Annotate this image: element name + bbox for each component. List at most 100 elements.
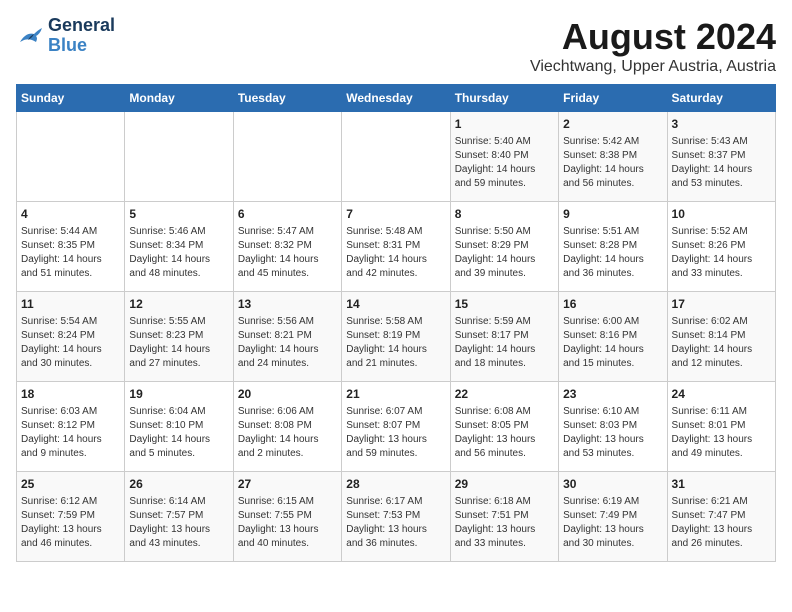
day-number: 20	[238, 386, 337, 403]
day-number: 22	[455, 386, 554, 403]
calendar-cell: 31 Sunrise: 6:21 AM Sunset: 7:47 PM Dayli…	[667, 472, 775, 562]
day-number: 17	[672, 296, 771, 313]
day-number: 16	[563, 296, 662, 313]
calendar-cell: 1 Sunrise: 5:40 AM Sunset: 8:40 PM Daylig…	[450, 112, 558, 202]
day-detail: Sunrise: 6:04 AM Sunset: 8:10 PM Dayligh…	[129, 405, 228, 461]
day-detail: Sunrise: 6:07 AM Sunset: 8:07 PM Dayligh…	[346, 405, 445, 461]
day-number: 15	[455, 296, 554, 313]
day-number: 27	[238, 476, 337, 493]
day-number: 1	[455, 116, 554, 133]
calendar-cell: 24Sunrise: 6:11 AM Sunset: 8:01 PM Dayli…	[667, 382, 775, 472]
calendar-body: 1 Sunrise: 5:40 AM Sunset: 8:40 PM Daylig…	[17, 112, 776, 562]
calendar-subtitle: Viechtwang, Upper Austria, Austria	[530, 58, 776, 76]
day-detail: Sunrise: 5:52 AM Sunset: 8:26 PM Dayligh…	[672, 225, 771, 281]
day-number: 3	[672, 116, 771, 133]
calendar-cell: 14 Sunrise: 5:58 AM Sunset: 8:19 PM Dayli…	[342, 292, 450, 382]
calendar-cell: 6 Sunrise: 5:47 AM Sunset: 8:32 PM Daylig…	[233, 202, 341, 292]
day-detail: Sunrise: 5:55 AM Sunset: 8:23 PM Dayligh…	[129, 315, 228, 371]
calendar-cell: 8Sunrise: 5:50 AM Sunset: 8:29 PM Daylig…	[450, 202, 558, 292]
day-detail: Sunrise: 6:00 AM Sunset: 8:16 PM Dayligh…	[563, 315, 662, 371]
day-detail: Sunrise: 5:56 AM Sunset: 8:21 PM Dayligh…	[238, 315, 337, 371]
day-detail: Sunrise: 5:54 AM Sunset: 8:24 PM Dayligh…	[21, 315, 120, 371]
day-detail: Sunrise: 6:17 AM Sunset: 7:53 PM Dayligh…	[346, 495, 445, 551]
day-detail: Sunrise: 5:46 AM Sunset: 8:34 PM Dayligh…	[129, 225, 228, 281]
day-number: 18	[21, 386, 120, 403]
days-header-row: SundayMondayTuesdayWednesdayThursdayFrid…	[17, 85, 776, 112]
day-number: 11	[21, 296, 120, 313]
title-block: August 2024 Viechtwang, Upper Austria, A…	[530, 16, 776, 76]
day-number: 10	[672, 206, 771, 223]
calendar-cell: 29Sunrise: 6:18 AM Sunset: 7:51 PM Dayli…	[450, 472, 558, 562]
day-number: 4	[21, 206, 120, 223]
day-detail: Sunrise: 5:50 AM Sunset: 8:29 PM Dayligh…	[455, 225, 554, 281]
calendar-cell: 11 Sunrise: 5:54 AM Sunset: 8:24 PM Dayli…	[17, 292, 125, 382]
calendar-cell: 19 Sunrise: 6:04 AM Sunset: 8:10 PM Dayli…	[125, 382, 233, 472]
day-detail: Sunrise: 6:08 AM Sunset: 8:05 PM Dayligh…	[455, 405, 554, 461]
day-detail: Sunrise: 6:03 AM Sunset: 8:12 PM Dayligh…	[21, 405, 120, 461]
week-row-3: 11 Sunrise: 5:54 AM Sunset: 8:24 PM Dayli…	[17, 292, 776, 382]
calendar-cell: 7Sunrise: 5:48 AM Sunset: 8:31 PM Daylig…	[342, 202, 450, 292]
day-number: 25	[21, 476, 120, 493]
day-header-friday: Friday	[559, 85, 667, 112]
day-detail: Sunrise: 6:12 AM Sunset: 7:59 PM Dayligh…	[21, 495, 120, 551]
day-detail: Sunrise: 6:02 AM Sunset: 8:14 PM Dayligh…	[672, 315, 771, 371]
calendar-cell: 20 Sunrise: 6:06 AM Sunset: 8:08 PM Dayli…	[233, 382, 341, 472]
day-detail: Sunrise: 6:10 AM Sunset: 8:03 PM Dayligh…	[563, 405, 662, 461]
day-number: 30	[563, 476, 662, 493]
day-detail: Sunrise: 5:47 AM Sunset: 8:32 PM Dayligh…	[238, 225, 337, 281]
logo: General Blue	[16, 16, 115, 56]
day-number: 23	[563, 386, 662, 403]
calendar-cell: 25 Sunrise: 6:12 AM Sunset: 7:59 PM Dayli…	[17, 472, 125, 562]
calendar-cell: 17 Sunrise: 6:02 AM Sunset: 8:14 PM Dayli…	[667, 292, 775, 382]
day-detail: Sunrise: 5:59 AM Sunset: 8:17 PM Dayligh…	[455, 315, 554, 371]
day-detail: Sunrise: 6:21 AM Sunset: 7:47 PM Dayligh…	[672, 495, 771, 551]
day-number: 28	[346, 476, 445, 493]
day-number: 2	[563, 116, 662, 133]
calendar-cell: 21 Sunrise: 6:07 AM Sunset: 8:07 PM Dayli…	[342, 382, 450, 472]
day-number: 21	[346, 386, 445, 403]
day-detail: Sunrise: 6:19 AM Sunset: 7:49 PM Dayligh…	[563, 495, 662, 551]
calendar-cell	[17, 112, 125, 202]
calendar-cell	[342, 112, 450, 202]
day-number: 6	[238, 206, 337, 223]
calendar-cell: 13 Sunrise: 5:56 AM Sunset: 8:21 PM Dayli…	[233, 292, 341, 382]
day-number: 19	[129, 386, 228, 403]
calendar-cell: 10 Sunrise: 5:52 AM Sunset: 8:26 PM Dayli…	[667, 202, 775, 292]
day-detail: Sunrise: 6:06 AM Sunset: 8:08 PM Dayligh…	[238, 405, 337, 461]
calendar-cell	[125, 112, 233, 202]
logo-line1: General	[48, 16, 115, 36]
calendar-cell: 18 Sunrise: 6:03 AM Sunset: 8:12 PM Dayli…	[17, 382, 125, 472]
day-detail: Sunrise: 5:43 AM Sunset: 8:37 PM Dayligh…	[672, 135, 771, 191]
day-number: 14	[346, 296, 445, 313]
logo-line2: Blue	[48, 36, 115, 56]
day-number: 5	[129, 206, 228, 223]
day-detail: Sunrise: 5:42 AM Sunset: 8:38 PM Dayligh…	[563, 135, 662, 191]
calendar-cell: 23 Sunrise: 6:10 AM Sunset: 8:03 PM Dayli…	[559, 382, 667, 472]
day-detail: Sunrise: 5:44 AM Sunset: 8:35 PM Dayligh…	[21, 225, 120, 281]
calendar-title: August 2024	[530, 16, 776, 58]
day-header-sunday: Sunday	[17, 85, 125, 112]
calendar-cell: 22 Sunrise: 6:08 AM Sunset: 8:05 PM Dayli…	[450, 382, 558, 472]
calendar-cell: 5 Sunrise: 5:46 AM Sunset: 8:34 PM Daylig…	[125, 202, 233, 292]
day-number: 26	[129, 476, 228, 493]
logo-text: General Blue	[48, 16, 115, 56]
day-header-tuesday: Tuesday	[233, 85, 341, 112]
day-detail: Sunrise: 5:58 AM Sunset: 8:19 PM Dayligh…	[346, 315, 445, 371]
day-number: 13	[238, 296, 337, 313]
day-number: 31	[672, 476, 771, 493]
calendar-cell: 30 Sunrise: 6:19 AM Sunset: 7:49 PM Dayli…	[559, 472, 667, 562]
calendar-cell: 27 Sunrise: 6:15 AM Sunset: 7:55 PM Dayli…	[233, 472, 341, 562]
day-header-monday: Monday	[125, 85, 233, 112]
page-header: General Blue August 2024 Viechtwang, Upp…	[16, 16, 776, 76]
day-detail: Sunrise: 5:40 AM Sunset: 8:40 PM Dayligh…	[455, 135, 554, 191]
day-number: 24	[672, 386, 771, 403]
calendar-cell: 4 Sunrise: 5:44 AM Sunset: 8:35 PM Daylig…	[17, 202, 125, 292]
day-number: 29	[455, 476, 554, 493]
day-number: 12	[129, 296, 228, 313]
day-header-thursday: Thursday	[450, 85, 558, 112]
day-detail: Sunrise: 6:15 AM Sunset: 7:55 PM Dayligh…	[238, 495, 337, 551]
calendar-table: SundayMondayTuesdayWednesdayThursdayFrid…	[16, 84, 776, 562]
calendar-cell: 15 Sunrise: 5:59 AM Sunset: 8:17 PM Dayli…	[450, 292, 558, 382]
day-header-saturday: Saturday	[667, 85, 775, 112]
week-row-5: 25 Sunrise: 6:12 AM Sunset: 7:59 PM Dayli…	[17, 472, 776, 562]
